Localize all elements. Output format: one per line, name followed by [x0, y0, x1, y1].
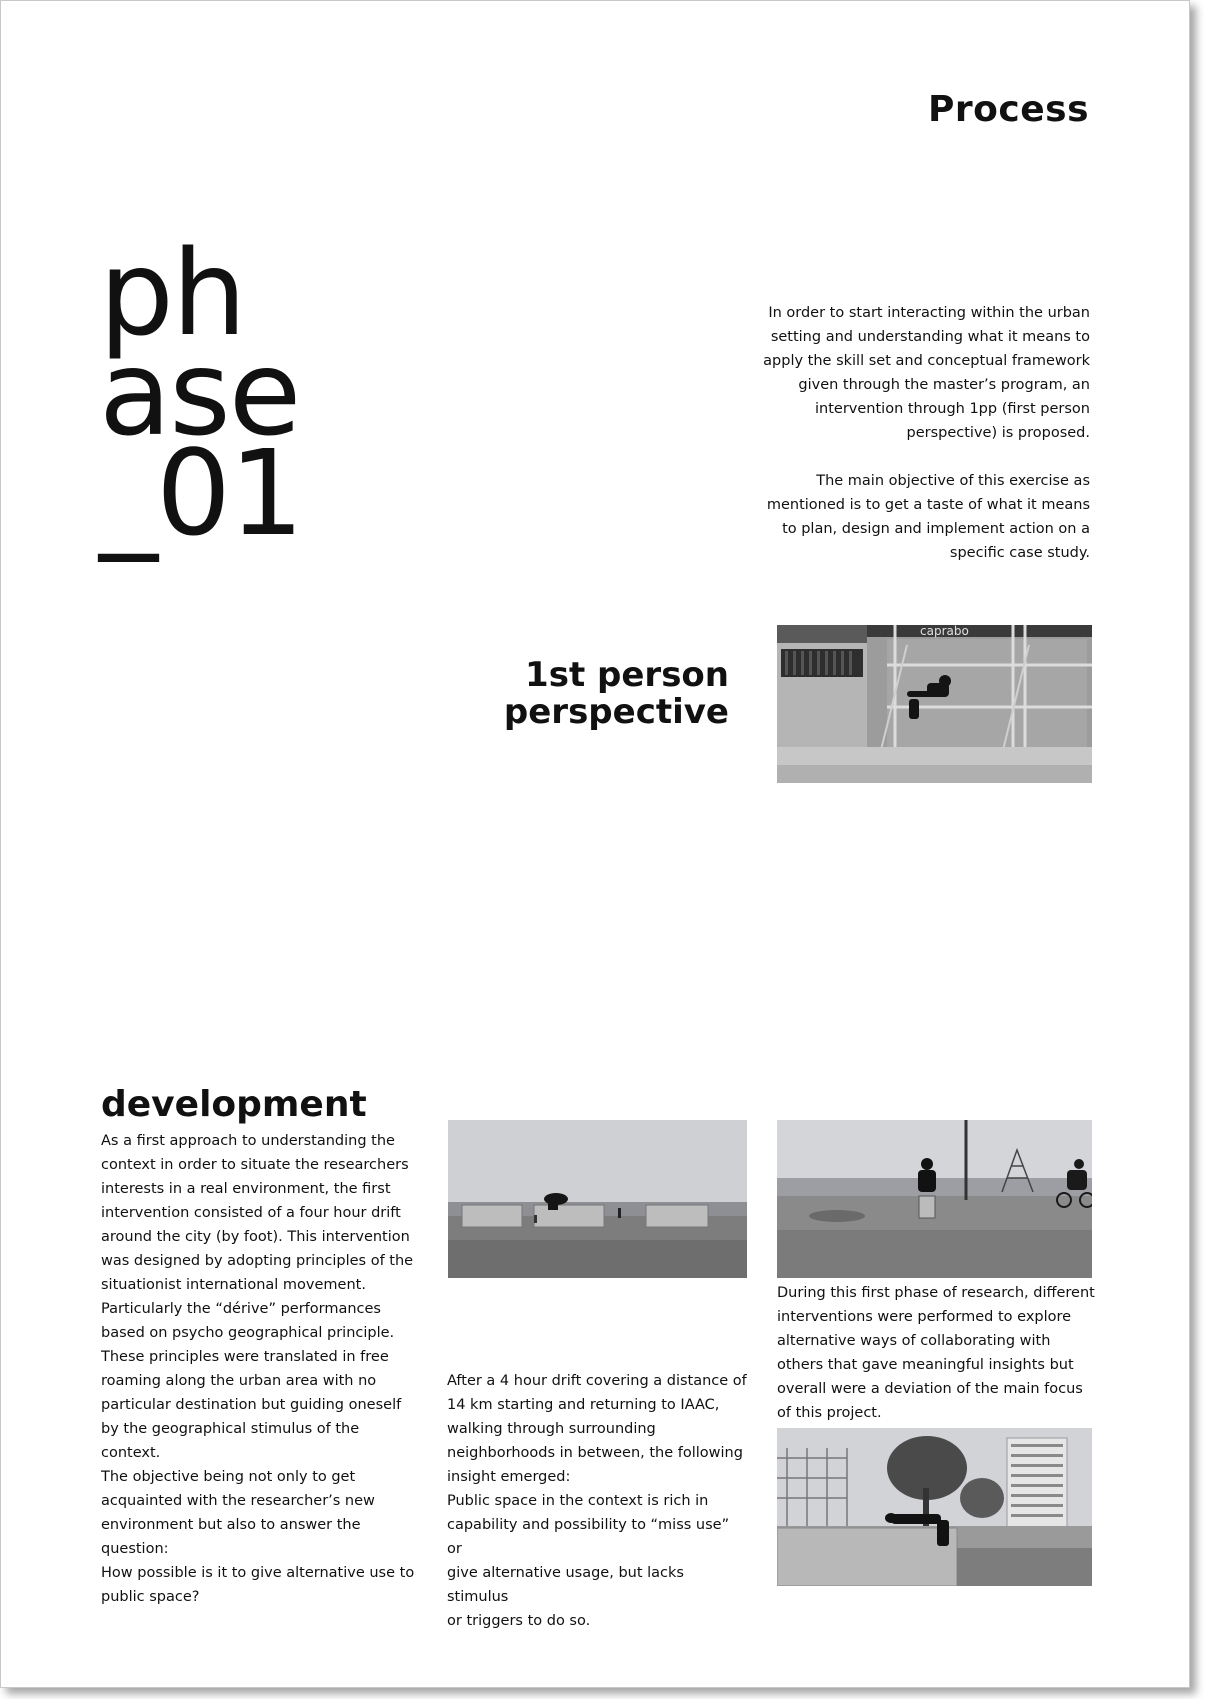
phase-heading-line: _01: [99, 424, 304, 562]
development-text-column-1: As a first approach to understanding the…: [101, 1129, 421, 1609]
photo-scaffolding-climb: caprabo: [777, 625, 1092, 783]
text-line: based on psycho geographical principle.: [101, 1325, 395, 1341]
text-line: context in order to situate the research…: [101, 1157, 409, 1173]
text-line: After a 4 hour drift covering a distance…: [447, 1373, 747, 1389]
intro-paragraph: The main objective of this exercise as m…: [766, 473, 1090, 561]
phase-number-heading: ph ase _01: [99, 234, 304, 562]
photo-promenade-bollard: [777, 1120, 1092, 1278]
text-line: How possible is it to give alternative u…: [101, 1565, 415, 1581]
text-line: particular destination but guiding onese…: [101, 1397, 402, 1413]
text-line: As a first approach to understanding the: [101, 1133, 395, 1149]
text-line: The objective being not only to get: [101, 1469, 356, 1485]
section-heading-1pp: 1st person perspective: [504, 657, 729, 731]
development-text-column-2: After a 4 hour drift covering a distance…: [447, 1369, 747, 1633]
intro-text: In order to start interacting within the…: [756, 301, 1090, 589]
text-line: was designed by adopting principles of t…: [101, 1253, 414, 1269]
text-line: by the geographical stimulus of the cont…: [101, 1421, 360, 1461]
text-line: These principles were translated in free: [101, 1349, 389, 1365]
page-title: Process: [928, 89, 1089, 130]
text-line: environment but also to answer the: [101, 1517, 361, 1533]
text-line: walking through surrounding: [447, 1421, 656, 1437]
text-line: give alternative usage, but lacks stimul…: [447, 1565, 684, 1605]
text-line: insight emerged:: [447, 1469, 571, 1485]
text-line: situationist international movement.: [101, 1277, 366, 1293]
development-heading: development: [101, 1084, 367, 1125]
section-heading-line: perspective: [503, 692, 729, 732]
text-line: intervention consisted of a four hour dr…: [101, 1205, 401, 1221]
photo-concrete-wall: [777, 1428, 1092, 1586]
text-line: around the city (by foot). This interven…: [101, 1229, 410, 1245]
text-line: question:: [101, 1541, 169, 1557]
text-line: or triggers to do so.: [447, 1613, 591, 1629]
text-line: alternative ways of collaborating with: [777, 1333, 1051, 1349]
text-line: of this project.: [777, 1405, 882, 1421]
document-page: Process ph ase _01 In order to start int…: [0, 0, 1190, 1688]
text-line: neighborhoods in between, the following: [447, 1445, 743, 1461]
text-line: others that gave meaningful insights but: [777, 1357, 1074, 1373]
text-line: interests in a real environment, the fir…: [101, 1181, 391, 1197]
text-line: Particularly the “dérive” performances: [101, 1301, 381, 1317]
section-heading-line: 1st person: [525, 655, 729, 695]
store-sign-text: caprabo: [920, 625, 969, 638]
text-line: interventions were performed to explore: [777, 1309, 1072, 1325]
text-line: capability and possibility to “miss use”…: [447, 1517, 730, 1557]
text-line: Public space in the context is rich in: [447, 1493, 709, 1509]
intro-paragraph: In order to start interacting within the…: [763, 305, 1090, 441]
text-line: public space?: [101, 1589, 200, 1605]
development-text-column-3: During this first phase of research, dif…: [777, 1281, 1097, 1425]
text-line: acquainted with the researcher’s new: [101, 1493, 375, 1509]
text-line: overall were a deviation of the main foc…: [777, 1381, 1083, 1397]
photo-seaside-blocks: [448, 1120, 747, 1278]
text-line: During this first phase of research, dif…: [777, 1285, 1095, 1301]
text-line: roaming along the urban area with no: [101, 1373, 377, 1389]
text-line: 14 km starting and returning to IAAC,: [447, 1397, 720, 1413]
